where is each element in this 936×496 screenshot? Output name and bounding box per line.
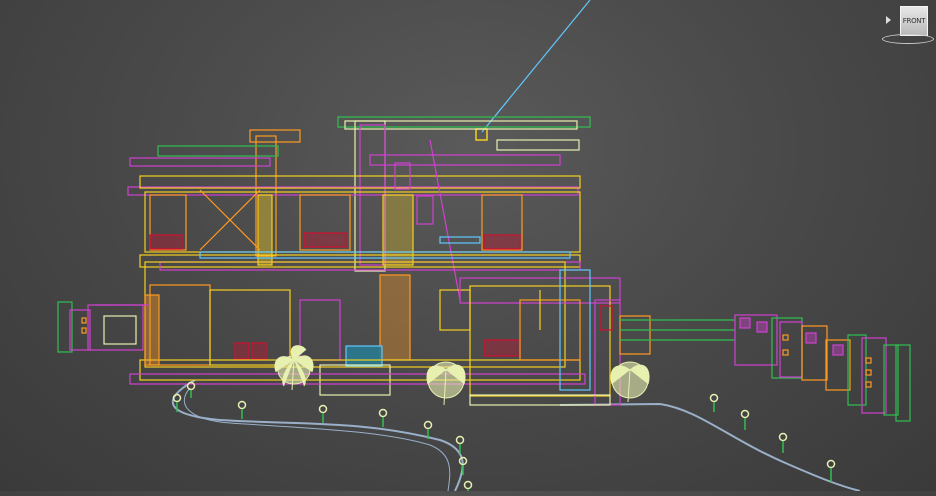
palm-tree-icon [426,361,466,406]
palm-tree-icon [274,345,314,391]
palm-tree-icon [610,361,650,403]
camera-target-icon [475,128,488,141]
viewcube-compass-ring[interactable] [882,34,934,44]
viewcube-icon[interactable]: FRONT [882,4,934,46]
viewcube-face-front[interactable]: FRONT [900,6,928,36]
garden-path-outer [172,379,464,492]
garden-path-inner [183,387,451,492]
garden-path-right [559,402,861,492]
viewport-front[interactable] [0,0,936,492]
camera-line [481,0,591,133]
wireframe-scene [57,0,911,492]
triangle-right-icon[interactable] [886,16,891,24]
